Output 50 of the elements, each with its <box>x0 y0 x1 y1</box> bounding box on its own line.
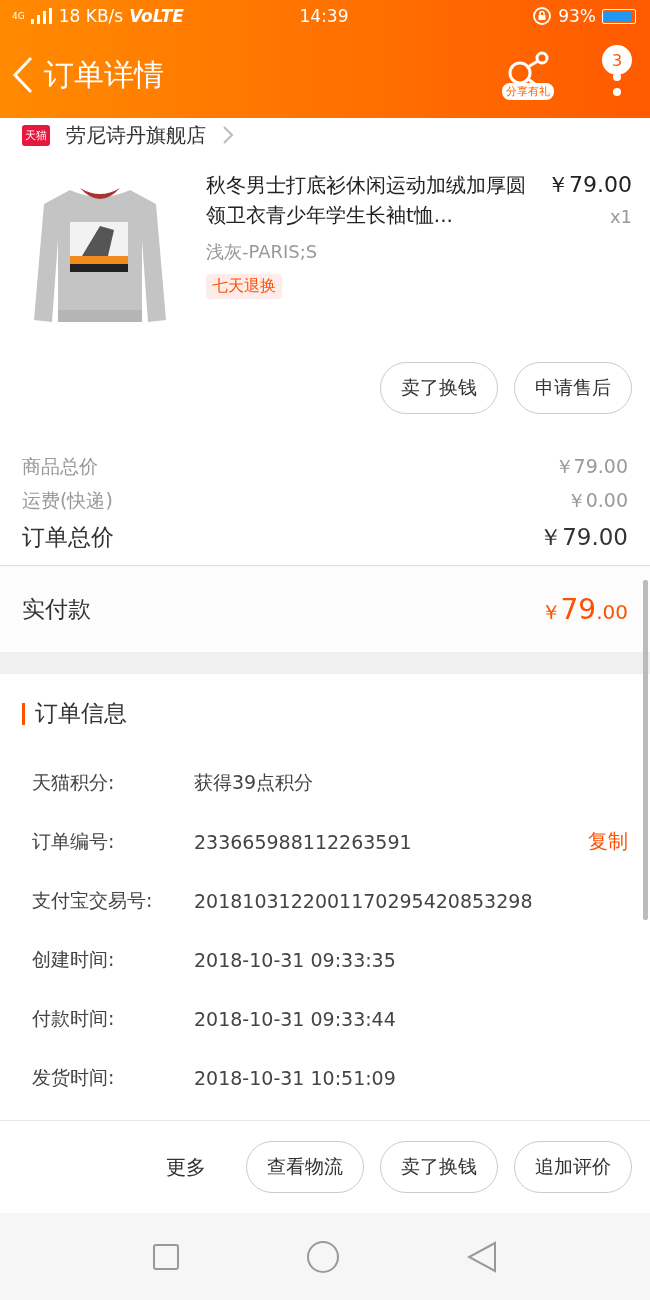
home-icon[interactable] <box>306 1239 340 1274</box>
cost-label: 运费(快递) <box>22 488 113 513</box>
signal-icon <box>30 8 53 24</box>
network-speed: 18 KB/s <box>58 6 124 26</box>
product-variant: 浅灰-PARIS;S <box>206 240 319 264</box>
paid-amount: ￥79.00 <box>540 592 628 626</box>
info-label: 发货时间: <box>32 1064 116 1090</box>
cost-value: ￥0.00 <box>566 488 628 513</box>
volte-label: VoLTE <box>129 6 184 26</box>
info-label: 天猫积分: <box>32 769 116 795</box>
more-link[interactable]: 更多 <box>166 1153 206 1181</box>
rotation-lock-icon <box>532 6 553 26</box>
action-button[interactable]: 查看物流 <box>246 1141 364 1193</box>
paid-label: 实付款 <box>22 594 91 624</box>
action-button[interactable]: 卖了换钱 <box>380 1141 498 1193</box>
info-label: 支付宝交易号: <box>32 887 154 913</box>
info-label: 付款时间: <box>32 1005 116 1031</box>
notification-badge: 3 <box>602 45 632 75</box>
more-icon[interactable] <box>612 73 622 97</box>
action-button[interactable]: 追加评价 <box>514 1141 632 1193</box>
tmall-tag: 天猫 <box>22 124 50 146</box>
recent-apps-icon[interactable] <box>153 1243 180 1270</box>
back-icon[interactable] <box>12 56 34 94</box>
info-label: 订单编号: <box>32 828 116 854</box>
info-value: 2018-10-31 10:51:09 <box>194 1066 396 1089</box>
cost-label: 商品总价 <box>22 454 98 479</box>
action-button[interactable]: 卖了换钱 <box>380 362 498 414</box>
info-label: 创建时间: <box>32 946 116 972</box>
shop-name[interactable]: 劳尼诗丹旗舰店 <box>66 121 206 149</box>
action-button[interactable]: 申请售后 <box>514 362 632 414</box>
total-value: ￥79.00 <box>539 523 628 552</box>
battery-percent: 93% <box>558 6 596 26</box>
back-nav-icon[interactable] <box>466 1240 497 1273</box>
return-policy-tag: 七天退换 <box>206 274 282 299</box>
product-quantity: x1 <box>609 206 632 227</box>
info-value: 2018103122001170295420853298 <box>194 889 533 912</box>
info-value: 获得39点积分 <box>194 769 314 795</box>
cost-value: ￥79.00 <box>554 454 628 479</box>
product-title[interactable]: 秋冬男士打底衫休闲运动加绒加厚圆领卫衣青少年学生长袖t恤... <box>206 170 533 230</box>
battery-icon <box>602 8 636 24</box>
info-value: 2018-10-31 09:33:44 <box>194 1007 396 1030</box>
product-price: ￥79.00 <box>547 171 632 199</box>
info-value: 2018-10-31 09:33:35 <box>194 948 396 971</box>
total-label: 订单总价 <box>22 523 114 552</box>
network-label: 4G <box>12 11 25 21</box>
clock: 14:39 <box>299 6 349 26</box>
page-title: 订单详情 <box>44 55 164 94</box>
info-value: 233665988112263591 <box>194 830 412 853</box>
chevron-right-icon[interactable] <box>222 125 234 145</box>
section-title: 订单信息 <box>35 699 127 728</box>
